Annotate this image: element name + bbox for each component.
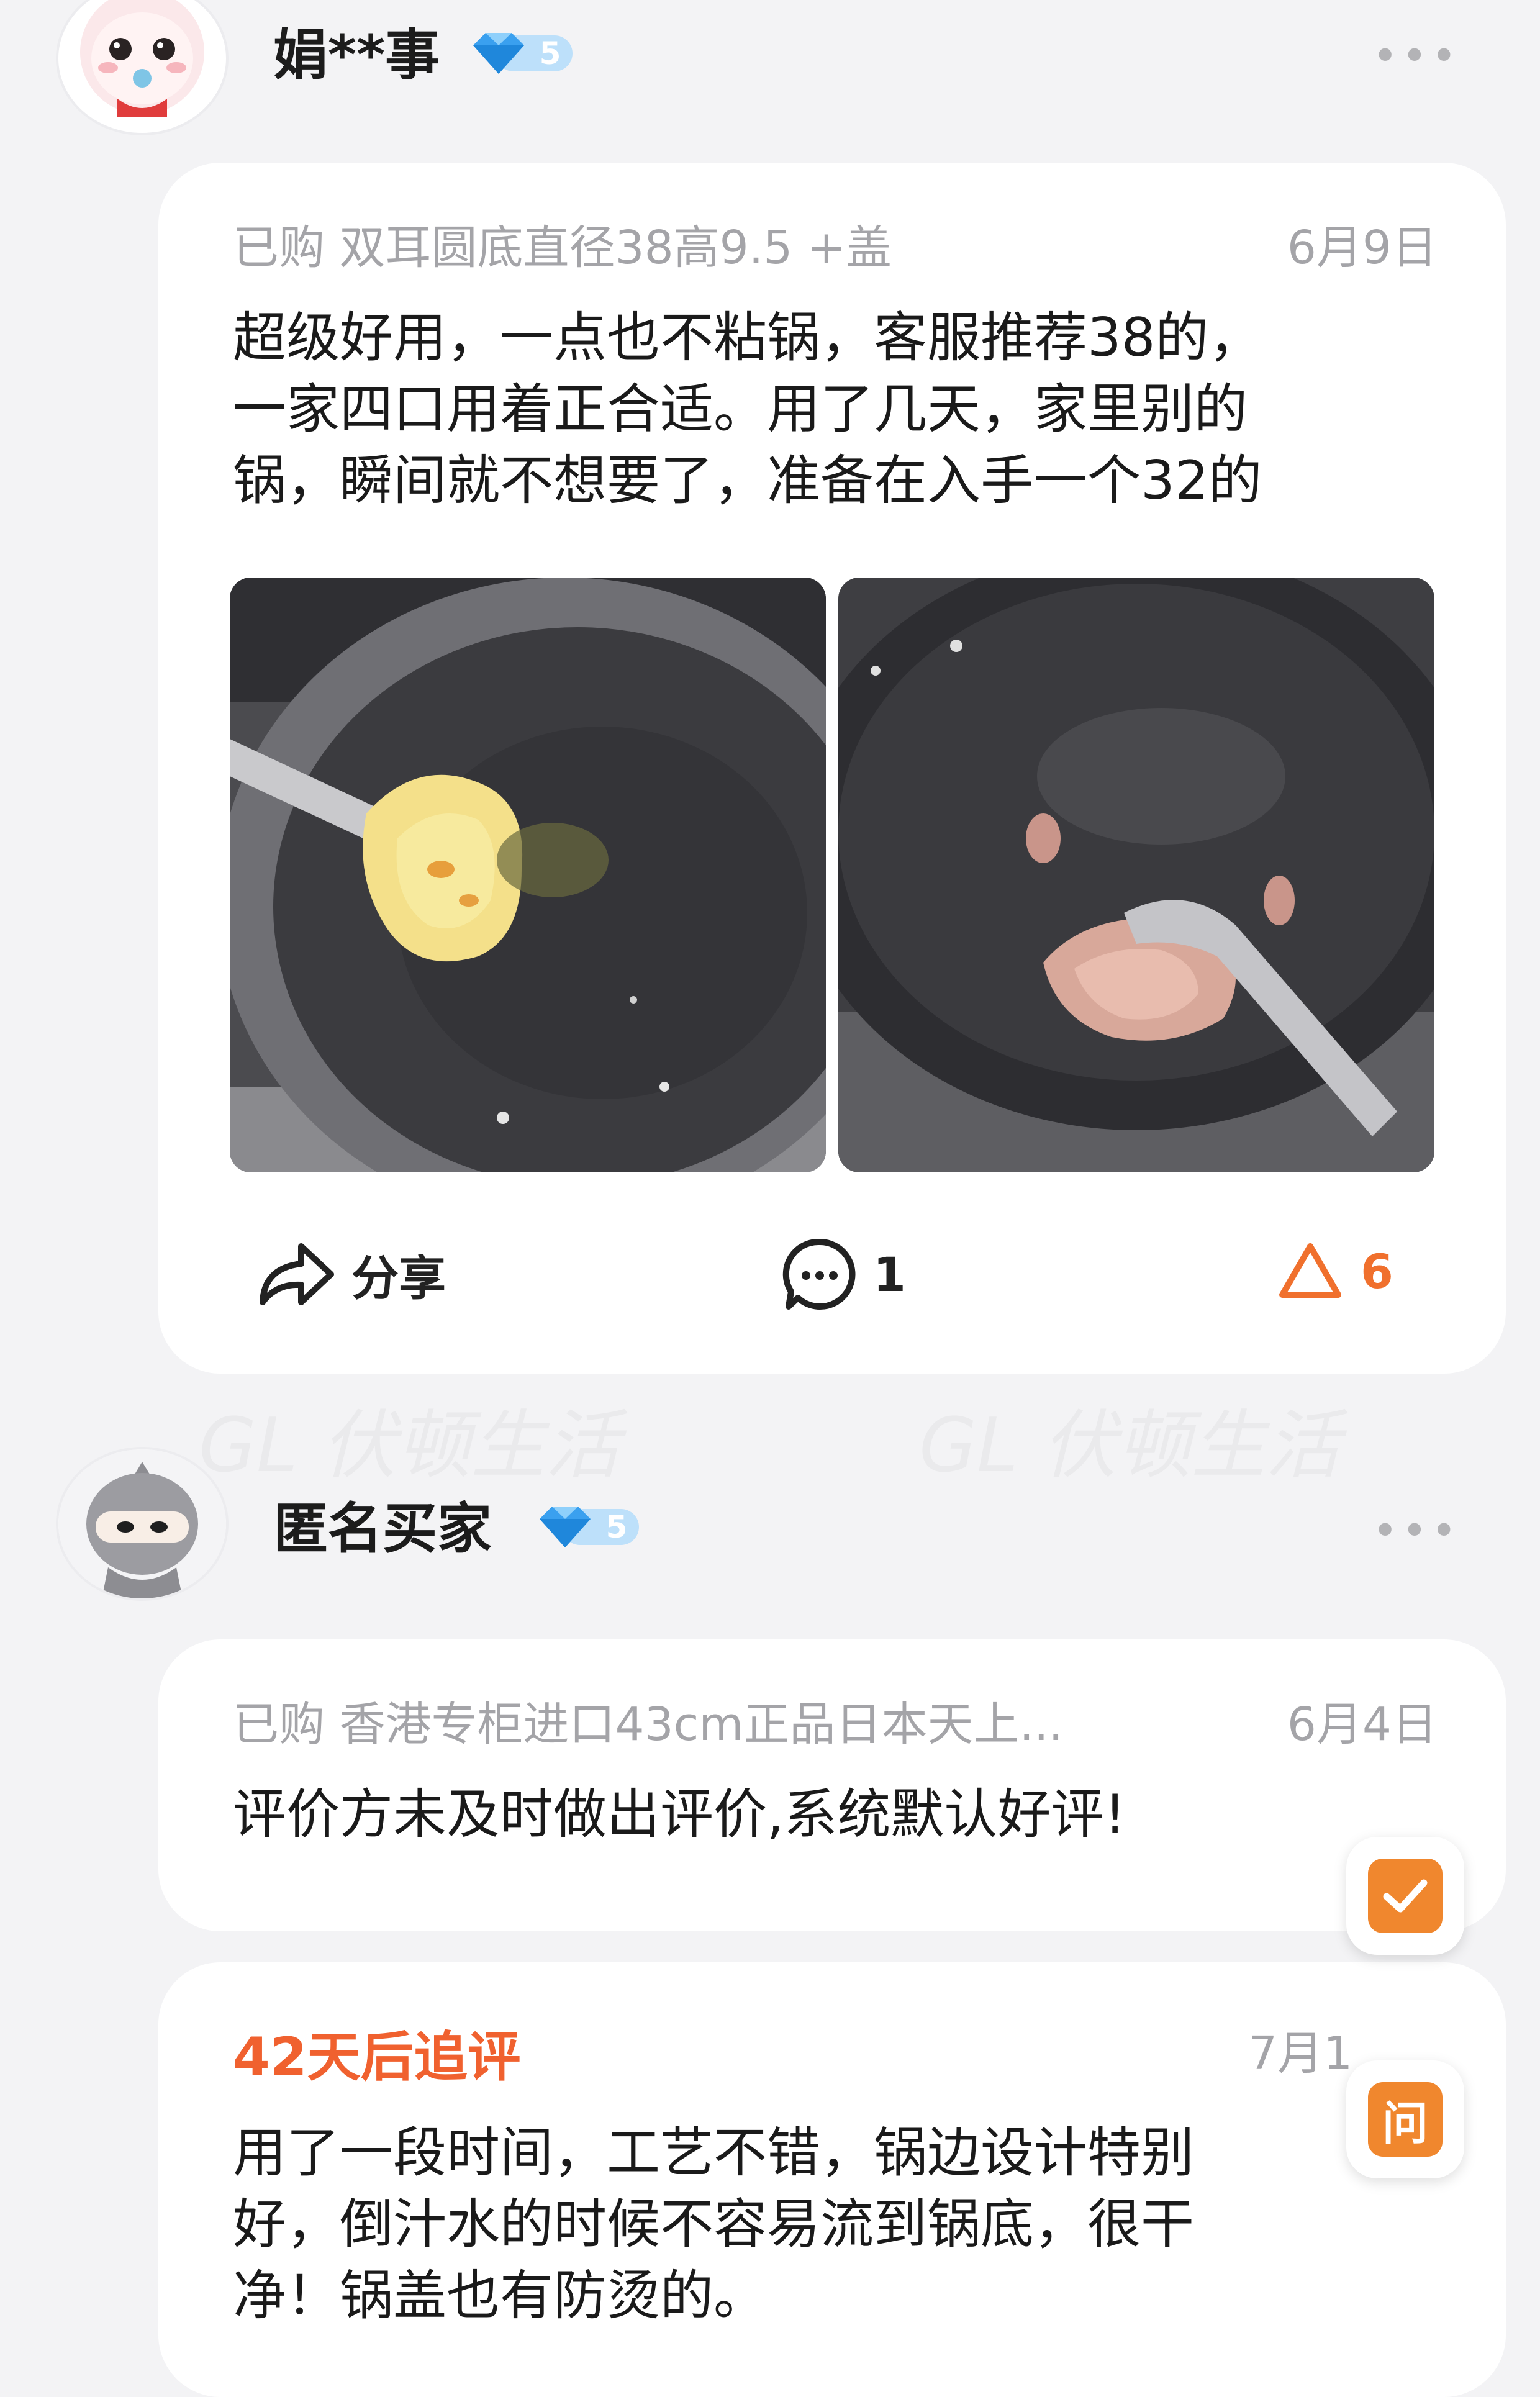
floating-check-button[interactable] xyxy=(1346,1837,1464,1955)
followup-date: 7月1 xyxy=(1248,2027,1353,2080)
vip-level-number: 5 xyxy=(540,35,561,71)
like-icon xyxy=(1279,1243,1341,1298)
share-label: 分享 xyxy=(351,1251,446,1306)
like-button[interactable]: 6 xyxy=(1276,1240,1393,1302)
watermark: GL 伏顿生活 xyxy=(919,1385,1340,1493)
avatar[interactable] xyxy=(56,1447,229,1601)
ask-icon: 问 xyxy=(1368,2082,1443,2157)
review-date: 6月4日 xyxy=(1287,1698,1438,1751)
followup-card: 42天后追评 7月1 用了一段时间，工艺不错，锅边设计特别 好，倒汁水的时候不容… xyxy=(158,1962,1506,2397)
vip-level-number: 5 xyxy=(606,1509,628,1545)
followup-text-line: 用了一段时间，工艺不错，锅边设计特别 xyxy=(233,2122,1194,2184)
checkmark-icon xyxy=(1383,1879,1428,1913)
review-text-line: 锅，瞬间就不想要了，准备在入手一个32的 xyxy=(233,450,1262,512)
username: 匿名买家 xyxy=(273,1497,492,1561)
cartoon-avatar-icon xyxy=(80,0,204,117)
followup-text-line: 好，倒汁水的时候不容易流到锅底，很干 xyxy=(233,2193,1194,2255)
check-icon xyxy=(1368,1859,1443,1933)
review-text: 超级好用，一点也不粘锅，客服推荐38的， 一家四口用着正合适。用了几天，家里别的… xyxy=(233,302,1450,517)
comment-count: 1 xyxy=(873,1246,906,1302)
followup-text: 用了一段时间，工艺不错，锅边设计特别 好，倒汁水的时候不容易流到锅底，很干 净！… xyxy=(233,2118,1413,2332)
share-button[interactable]: 分享 xyxy=(258,1240,446,1308)
vip-level-badge: 5 xyxy=(537,1502,643,1552)
comment-icon xyxy=(782,1238,856,1310)
more-options-icon[interactable]: ••• xyxy=(1372,34,1461,78)
more-options-icon[interactable]: ••• xyxy=(1372,1509,1461,1552)
review-photo[interactable] xyxy=(838,578,1434,1172)
review-card: 已购 香港专柜进口43cm正品日本天上... 6月4日 评价方未及时做出评价,系… xyxy=(158,1639,1506,1931)
purchased-sku: 已购 双耳圆底直径38高9.5 +盖 xyxy=(233,221,892,274)
avatar[interactable] xyxy=(56,0,229,135)
followup-text-line: 净！锅盖也有防烫的。 xyxy=(233,2265,767,2327)
review-text: 评价方未及时做出评价,系统默认好评! xyxy=(233,1783,1126,1846)
like-count: 6 xyxy=(1361,1243,1393,1299)
floating-ask-button[interactable]: 问 xyxy=(1346,2060,1464,2178)
diamond-icon: 5 xyxy=(473,33,573,74)
wok-meat-photo xyxy=(838,578,1434,1172)
comment-button[interactable]: 1 xyxy=(782,1237,906,1312)
review-text-line: 超级好用，一点也不粘锅，客服推荐38的， xyxy=(233,307,1262,369)
anonymous-ninja-avatar-icon xyxy=(58,1449,226,1598)
username: 娟**事 xyxy=(273,23,440,87)
review-text-line: 一家四口用着正合适。用了几天，家里别的 xyxy=(233,378,1248,440)
followup-title: 42天后追评 xyxy=(233,2026,521,2088)
review-card: 已购 双耳圆底直径38高9.5 +盖 6月9日 超级好用，一点也不粘锅，客服推荐… xyxy=(158,163,1506,1374)
watermark: GL 伏顿生活 xyxy=(199,1385,620,1493)
diamond-icon: 5 xyxy=(540,1507,639,1547)
vip-level-badge: 5 xyxy=(471,28,576,79)
review-photo[interactable] xyxy=(230,578,826,1172)
purchased-sku: 已购 香港专柜进口43cm正品日本天上... xyxy=(233,1698,1064,1751)
share-icon xyxy=(260,1243,334,1305)
wok-egg-photo xyxy=(230,578,826,1172)
review-date: 6月9日 xyxy=(1287,221,1438,274)
